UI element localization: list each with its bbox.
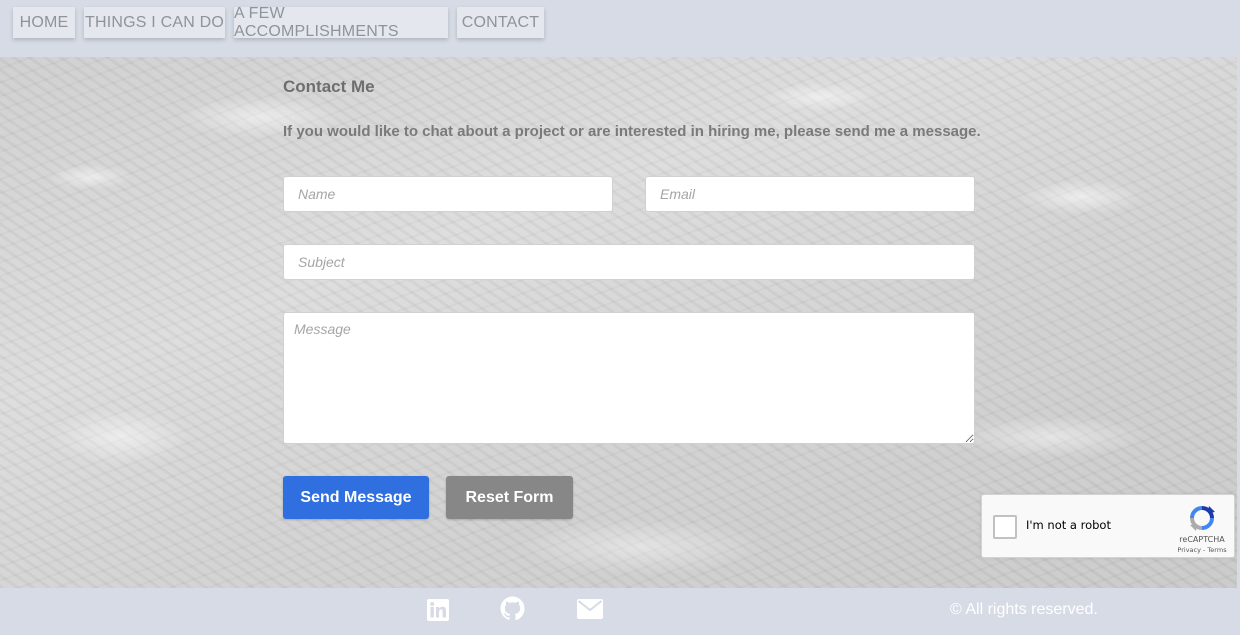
recaptcha-links[interactable]: Privacy - Terms — [1170, 546, 1234, 554]
nav-accomplishments[interactable]: A FEW ACCOMPLISHMENTS — [234, 5, 448, 40]
footer: © All rights reserved. — [0, 588, 1240, 635]
contact-section: Contact Me If you would like to chat abo… — [0, 57, 1237, 588]
recaptcha-checkbox[interactable] — [993, 515, 1017, 539]
recaptcha-widget: I'm not a robot reCAPTCHA Privacy - Term… — [981, 494, 1235, 558]
copyright-text: © All rights reserved. — [950, 601, 1098, 618]
email-input[interactable] — [645, 176, 975, 212]
nav-contact[interactable]: CONTACT — [457, 7, 544, 38]
top-nav: HOME THINGS I CAN DO A FEW ACCOMPLISHMEN… — [0, 0, 1240, 57]
nav-home[interactable]: HOME — [13, 7, 75, 38]
reset-form-button[interactable]: Reset Form — [446, 476, 573, 519]
message-textarea[interactable] — [283, 312, 975, 444]
recaptcha-logo-icon — [1190, 506, 1215, 531]
recaptcha-brand: reCAPTCHA — [1179, 535, 1225, 544]
name-input[interactable] — [283, 176, 613, 212]
intro-text: If you would like to chat about a projec… — [283, 123, 981, 140]
nav-things-i-can-do[interactable]: THINGS I CAN DO — [84, 7, 225, 38]
linkedin-icon[interactable] — [427, 599, 449, 621]
send-message-button[interactable]: Send Message — [283, 476, 429, 519]
recaptcha-label: I'm not a robot — [1026, 518, 1111, 532]
github-icon[interactable] — [500, 596, 525, 621]
page-title: Contact Me — [283, 77, 375, 96]
subject-input[interactable] — [283, 244, 975, 280]
mail-icon[interactable] — [577, 599, 603, 619]
